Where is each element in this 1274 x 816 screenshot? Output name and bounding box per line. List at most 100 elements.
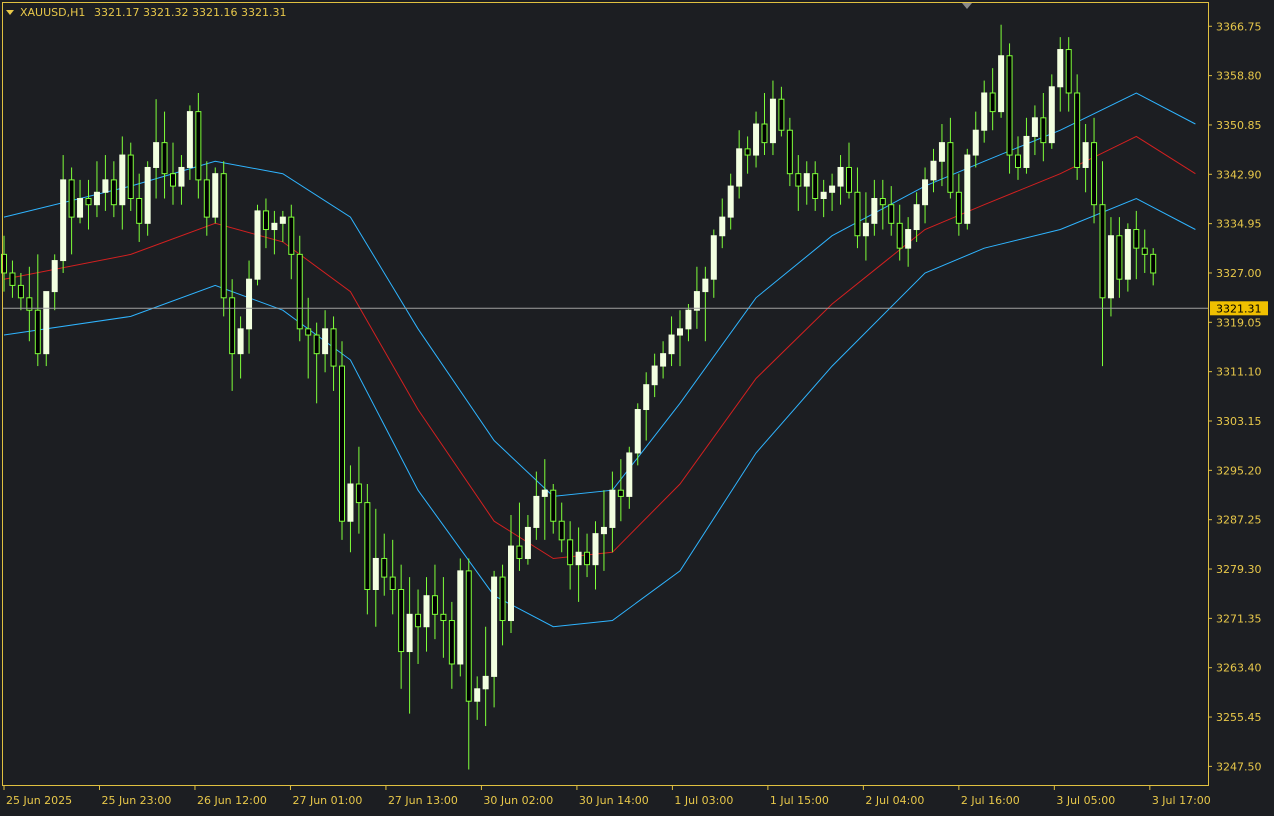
candle-body	[355, 483, 362, 504]
candle-body	[482, 675, 489, 690]
x-tick-label: 2 Jul 04:00	[865, 794, 924, 807]
candle-body	[195, 111, 202, 181]
candle-body	[592, 533, 599, 566]
x-tick-label: 2 Jul 16:00	[961, 794, 1020, 807]
candle-body	[288, 216, 295, 255]
candle-body	[786, 129, 793, 175]
candle-body	[305, 328, 312, 336]
candle	[1006, 43, 1013, 174]
candle-body	[719, 216, 726, 237]
candle-body	[364, 502, 371, 590]
candle-body	[567, 539, 574, 566]
x-tick-label: 27 Jun 01:00	[292, 794, 362, 807]
candle-body	[1099, 204, 1106, 299]
candle-body	[347, 483, 354, 522]
candle-body	[77, 198, 84, 218]
candle	[212, 167, 219, 224]
candle-body	[888, 204, 895, 224]
candle-body	[524, 526, 531, 559]
candle-body	[617, 489, 624, 497]
candle-body	[1124, 229, 1131, 280]
candle-body	[1048, 86, 1055, 144]
candle-body	[516, 545, 523, 559]
y-tick-label: 3287.25	[1216, 514, 1262, 527]
candle-body	[448, 620, 455, 665]
candle-body	[913, 204, 920, 231]
candle-body	[753, 123, 760, 156]
candle-body	[989, 92, 996, 113]
candle-body	[778, 98, 785, 131]
candle-body	[702, 278, 709, 293]
y-tick-label: 3334.95	[1216, 218, 1262, 231]
current-price-label: 3321.31	[1216, 302, 1262, 315]
candle-body	[440, 613, 447, 622]
candle-body	[153, 142, 160, 168]
x-tick-label: 1 Jul 15:00	[770, 794, 829, 807]
candle	[220, 161, 227, 317]
y-tick-label: 3303.15	[1216, 415, 1262, 428]
candle-body	[339, 365, 345, 522]
candle-body	[1015, 154, 1021, 168]
candle-body	[220, 173, 227, 299]
candle-body	[93, 191, 100, 206]
candle-body	[9, 272, 16, 286]
candle	[964, 148, 971, 230]
y-tick-label: 3279.30	[1216, 563, 1262, 576]
candle-body	[685, 309, 692, 330]
candle-body	[313, 334, 320, 355]
candle-body	[102, 179, 109, 193]
candle-body	[744, 148, 751, 156]
candle-body	[820, 191, 827, 200]
candle-body	[829, 185, 836, 193]
ohlc-readout: 3321.17 3321.32 3321.16 3321.31	[94, 6, 286, 19]
chart-window[interactable]: 3366.75 3358.80 3350.85 3342.90 3334.95 3327.…	[0, 0, 1274, 812]
candle-body	[508, 545, 514, 622]
x-tick-label: 3 Jul 05:00	[1056, 794, 1115, 807]
symbol-timeframe[interactable]: XAUUSD,H1	[20, 6, 85, 19]
candle-body	[1006, 55, 1013, 156]
candle-body	[491, 576, 498, 677]
candle-body	[1082, 142, 1089, 168]
candle-body	[119, 154, 126, 206]
x-tick-label: 1 Jul 03:00	[674, 794, 733, 807]
candle-body	[795, 173, 802, 187]
candle-body	[1057, 49, 1064, 88]
candle-body	[381, 557, 388, 578]
candle-body	[34, 309, 41, 355]
candle-body	[938, 142, 945, 162]
x-tick-label: 25 Jun 23:00	[101, 794, 171, 807]
candle-body	[1133, 229, 1140, 249]
candle-body	[634, 409, 641, 454]
candle-body	[51, 260, 58, 293]
candle-body	[372, 557, 379, 591]
candle-body	[246, 278, 253, 330]
candle-body	[584, 551, 591, 566]
candle-body	[930, 160, 937, 181]
candle-body	[144, 166, 151, 224]
candle-body	[668, 334, 675, 355]
x-tick-label: 27 Jun 13:00	[388, 794, 458, 807]
candle	[457, 558, 464, 677]
candle-body	[17, 284, 24, 299]
candle-body	[322, 328, 329, 355]
candle-body	[905, 229, 912, 249]
candle-body	[879, 198, 886, 206]
candle-body	[1091, 142, 1098, 206]
candlestick-chart[interactable]: 3366.75 3358.80 3350.85 3342.90 3334.95 3327.…	[0, 0, 1274, 812]
y-tick-label: 3311.10	[1216, 366, 1262, 379]
candle-body	[693, 291, 700, 311]
candle-body	[643, 384, 650, 411]
candle-body	[262, 210, 269, 231]
candle-body	[550, 489, 557, 522]
candle-body	[854, 191, 861, 237]
x-tick-label: 25 Jun 2025	[6, 794, 72, 807]
candle-body	[1031, 117, 1038, 137]
candle-body	[271, 222, 278, 231]
candle-body	[533, 495, 540, 528]
x-tick-label: 3 Jul 17:00	[1152, 794, 1211, 807]
candle-body	[1023, 135, 1030, 168]
candle-body	[1150, 253, 1157, 274]
y-tick-label: 3271.35	[1216, 612, 1262, 625]
candle-body	[389, 576, 396, 590]
candle-body	[600, 526, 607, 535]
